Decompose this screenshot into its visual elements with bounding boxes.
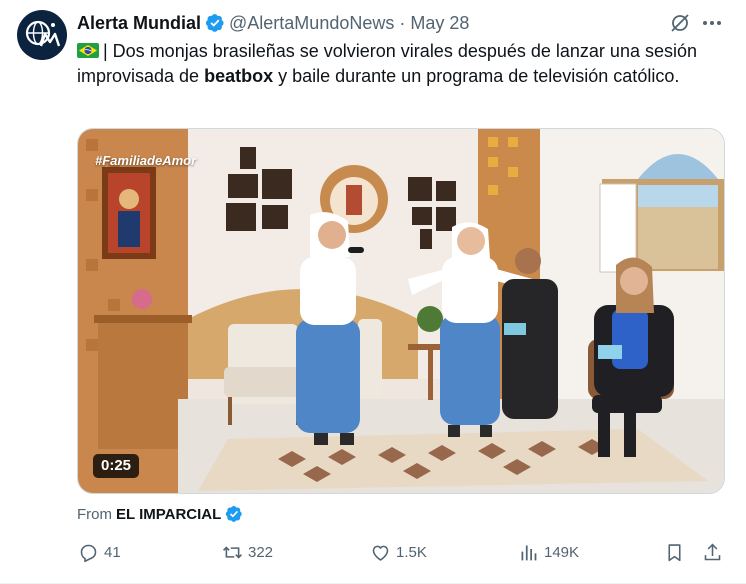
views-button[interactable]: 149K [518,540,579,564]
grok-icon [671,14,689,32]
video-overlay-hashtag: #FamiliadeAmor [95,153,197,168]
tweet-header: Alerta Mundial @AlertaMundoNews · May 28 [77,11,469,35]
like-count: 1.5K [396,543,427,561]
tweet-text-part-2: y baile durante un programa de televisió… [273,66,680,86]
video-duration-badge: 0:25 [93,454,140,478]
share-button[interactable] [702,540,723,564]
reply-icon [80,544,97,562]
tweet-date[interactable]: May 28 [410,11,469,35]
reply-button[interactable]: 41 [78,540,121,564]
retweet-count: 322 [248,543,274,561]
video-frame [78,129,724,493]
more-dots-icon [703,21,721,25]
source-verified-badge-icon [225,505,243,523]
retweet-icon [223,545,242,559]
like-button[interactable]: 1.5K [370,540,427,564]
media-source: From EL IMPARCIAL [77,503,243,525]
header-separator: · [399,13,406,33]
tweet-text-bold: beatbox [204,66,274,86]
share-icon [704,543,721,560]
tweet-card[interactable]: Alerta Mundial @AlertaMundoNews · May 28 [0,0,746,584]
more-options-button[interactable] [700,11,724,35]
heart-icon [372,545,389,561]
author-handle[interactable]: @AlertaMundoNews [229,11,394,35]
brazil-flag-icon [77,43,99,58]
author-display-name[interactable]: Alerta Mundial [77,11,201,35]
source-prefix: From [77,505,112,523]
views-chart-icon [521,545,537,560]
author-avatar[interactable] [17,10,67,60]
retweet-button[interactable]: 322 [222,540,273,564]
views-count: 149K [544,543,580,561]
source-account-link[interactable]: EL IMPARCIAL [116,506,221,523]
tweet-text: | Dos monjas brasileñas se volvieron vir… [77,39,727,89]
bookmark-icon [668,543,681,561]
alerta-mundial-logo-icon [18,11,66,59]
verified-badge-icon[interactable] [205,13,225,33]
reply-count: 41 [104,543,121,561]
bookmark-button[interactable] [664,540,685,564]
grok-button[interactable] [668,11,692,35]
video-player[interactable]: #FamiliadeAmor 0:25 [77,128,725,494]
